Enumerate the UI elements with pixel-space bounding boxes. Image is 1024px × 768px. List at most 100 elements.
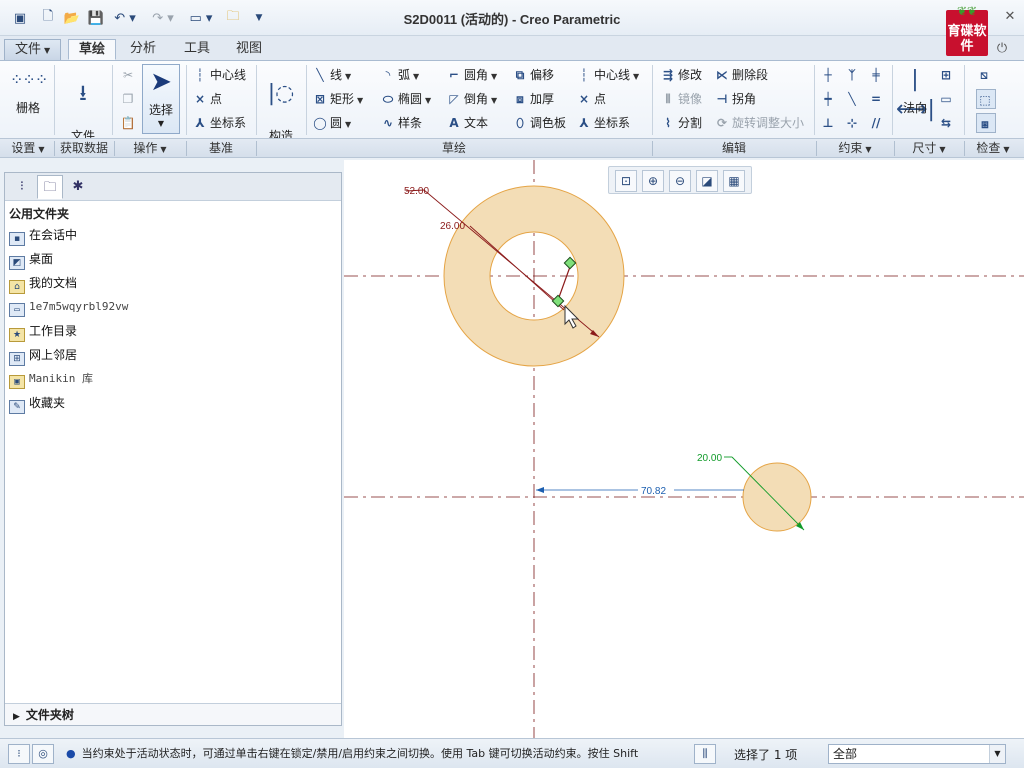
folder-item-my-documents[interactable]: ⌂ 我的文档 [9,273,77,294]
network-icon: ⊞ [9,352,25,366]
datum-point-button[interactable]: × 点 [192,89,222,109]
maximize-icon[interactable]: ⏻ [992,40,1012,58]
rotate-resize-button[interactable]: ⟳ 旋转调整大小 [714,113,804,133]
navigator-tabs: ⁝ 🗀 ✱ [5,173,341,201]
mirror-button[interactable]: ⫴ 镜像 [660,89,702,109]
folder-item-network[interactable]: ⊞ 网上邻居 [9,345,77,366]
text-button[interactable]: A 文本 [446,113,488,133]
group-inspect[interactable]: 检查 ▼ [966,140,1020,157]
filter-dropdown[interactable]: 全部 ▼ [828,744,1006,764]
datum-csys-button[interactable]: ⅄ 坐标系 [192,113,246,133]
chamfer-icon: ◸ [449,92,459,106]
favorites-tab-icon[interactable]: ✱ [65,175,91,199]
tab-sketch[interactable]: 草绘 [68,39,117,60]
folder-item-manikin-library[interactable]: ▣ Manikin 库 [9,369,93,389]
navigator-panel: ⁝ 🗀 ✱ 公用文件夹 ▪ 在会话中 ◩ 桌面 ⌂ 我的文档 ▭ 1e7m5wqyrbl… [4,172,342,726]
paste-icon[interactable]: 📋 [120,113,138,133]
zoom-out-icon[interactable]: ⊖ [669,170,691,192]
sketch-view-icon[interactable]: ◪ [696,170,718,192]
rectangle-button[interactable]: ⊠ 矩形 ▼ [312,89,363,109]
delete-segment-icon: ⋉ [716,68,728,82]
corner-button[interactable]: ⊣ 拐角 [714,89,757,109]
handle-point-2[interactable] [551,294,565,308]
csys-button[interactable]: ⅄ 坐标系 [576,113,630,133]
text-icon: A [449,116,459,130]
folder-item-in-session[interactable]: ▪ 在会话中 [9,225,77,246]
equal-constraint-icon[interactable]: = [868,89,886,109]
baseline-dimension-icon[interactable]: ⇆ [938,113,956,133]
small-diameter-label[interactable]: 20.00 [697,453,722,464]
centerline-button[interactable]: ┆ 中心线 ▼ [576,65,639,85]
divide-button[interactable]: ⌇ 分割 [660,113,702,133]
parallel-constraint-icon[interactable]: // [868,113,886,133]
dimension-icon: |⟷| [896,67,935,122]
copy-icon[interactable]: ❐ [120,89,138,109]
tab-file[interactable]: 文件 ▼ [4,39,62,60]
ribbon-tabs: 文件 ▼ 草绘 分析 工具 视图 [0,36,1024,60]
point-icon: × [578,92,590,106]
offset-button[interactable]: ⧉ 偏移 [512,65,554,85]
line-button[interactable]: ╲ 线 ▼ [312,65,351,85]
group-operations[interactable]: 操作 ▼ [116,140,184,157]
zoom-in-icon[interactable]: ⊕ [642,170,664,192]
point-button[interactable]: × 点 [576,89,606,109]
browser-toggle-icon[interactable]: ◎ [32,744,54,764]
chamfer-button[interactable]: ◸ 倒角 ▼ [446,89,497,109]
perpendicular-constraint-icon[interactable]: ⊥ [820,113,838,133]
delete-segment-button[interactable]: ⋉ 删除段 [714,65,768,85]
ellipse-button[interactable]: ⬭ 椭圆 ▼ [380,89,431,109]
folder-item-favorites[interactable]: ✎ 收藏夹 [9,393,65,414]
highlight-open-ends-icon[interactable]: ⬚ [976,89,996,109]
fillet-button[interactable]: ⌐ 圆角 ▼ [446,65,497,85]
outer-diameter-label[interactable]: 52.00 [404,186,429,197]
modify-button[interactable]: ⇶ 修改 [660,65,702,85]
folder-item-desktop[interactable]: ◩ 桌面 [9,249,53,270]
rotate-icon: ⟳ [716,116,728,130]
window-close-icon[interactable]: ✕ [1000,8,1020,26]
grid-button[interactable]: ⁘⁘⁘ 栅格 [10,65,48,115]
refit-icon[interactable]: ⊡ [615,170,637,192]
ribbon: ⁘⁘⁘ 栅格 ⭳ 文件 系统 ✂ ❐ 📋 ➤ 选择 ▼ ┆中心线 ×点 ⅄坐标系… [0,60,1024,157]
palette-button[interactable]: ⬯ 调色板 [512,113,566,133]
spline-button[interactable]: ∿ 样条 [380,113,422,133]
inner-diameter-label[interactable]: 26.00 [440,221,465,232]
sketch-graphics[interactable]: 52.00 26.00 70.82 20.00 [344,160,1024,738]
overlap-geometry-icon[interactable]: ⧆ [976,113,996,133]
perimeter-dimension-icon[interactable]: ⊞ [938,65,956,85]
coincident-constraint-icon[interactable]: ╲ [844,89,862,109]
horizontal-constraint-icon[interactable]: ┿ [820,89,838,109]
datum-centerline-button[interactable]: ┆ 中心线 [192,65,246,85]
palette-icon: ⬯ [516,116,524,130]
sketcher-display-filter-icon[interactable]: ▦ [723,170,745,192]
model-tree-tab-icon[interactable]: ⁝ [9,175,35,199]
normal-dimension-button[interactable]: |⟷| 法向 [896,65,935,122]
tab-tools[interactable]: 工具 [174,39,220,60]
arc-button[interactable]: ◝ 弧 ▼ [380,65,420,85]
folder-browser-tab-icon[interactable]: 🗀 [37,175,63,199]
folder-item-computer[interactable]: ▭ 1e7m5wqyrbl92vw [9,297,128,317]
navigator-toggle-icon[interactable]: ⁝ [8,744,30,764]
tab-view[interactable]: 视图 [226,39,272,60]
group-dimension[interactable]: 尺寸 ▼ [896,140,962,157]
midpoint-constraint-icon[interactable]: ╪ [868,65,886,85]
reference-dimension-icon[interactable]: ▭ [938,89,956,109]
selection-count: 选择了 1 项 [734,748,798,762]
cut-icon[interactable]: ✂ [120,65,138,85]
vertical-constraint-icon[interactable]: ┼ [820,65,838,85]
grid-icon: ⁘⁘⁘ [10,70,48,89]
group-constrain[interactable]: 约束 ▼ [818,140,892,157]
brand-logo: ❦❦ 育碟软件 [946,4,988,56]
handle-point-1[interactable] [563,256,577,270]
select-button[interactable]: ➤ 选择 ▼ [142,64,180,134]
horizontal-distance-label[interactable]: 70.82 [641,486,666,497]
group-setup[interactable]: 设置 ▼ [4,140,52,157]
tangent-constraint-icon[interactable]: ᛉ [844,65,862,85]
shade-closed-loop-icon[interactable]: ⧅ [976,65,994,85]
selection-filter-icon[interactable]: ⫼ [694,744,716,764]
folder-tree-toggle[interactable]: ▶ 文件夹树 [5,703,341,725]
tab-analysis[interactable]: 分析 [120,39,166,60]
symmetric-constraint-icon[interactable]: ⊹ [844,113,862,133]
circle-button[interactable]: ◯ 圆 ▼ [312,113,351,133]
folder-item-working-directory[interactable]: ★ 工作目录 [9,321,77,342]
thicken-button[interactable]: ⧈ 加厚 [512,89,554,109]
